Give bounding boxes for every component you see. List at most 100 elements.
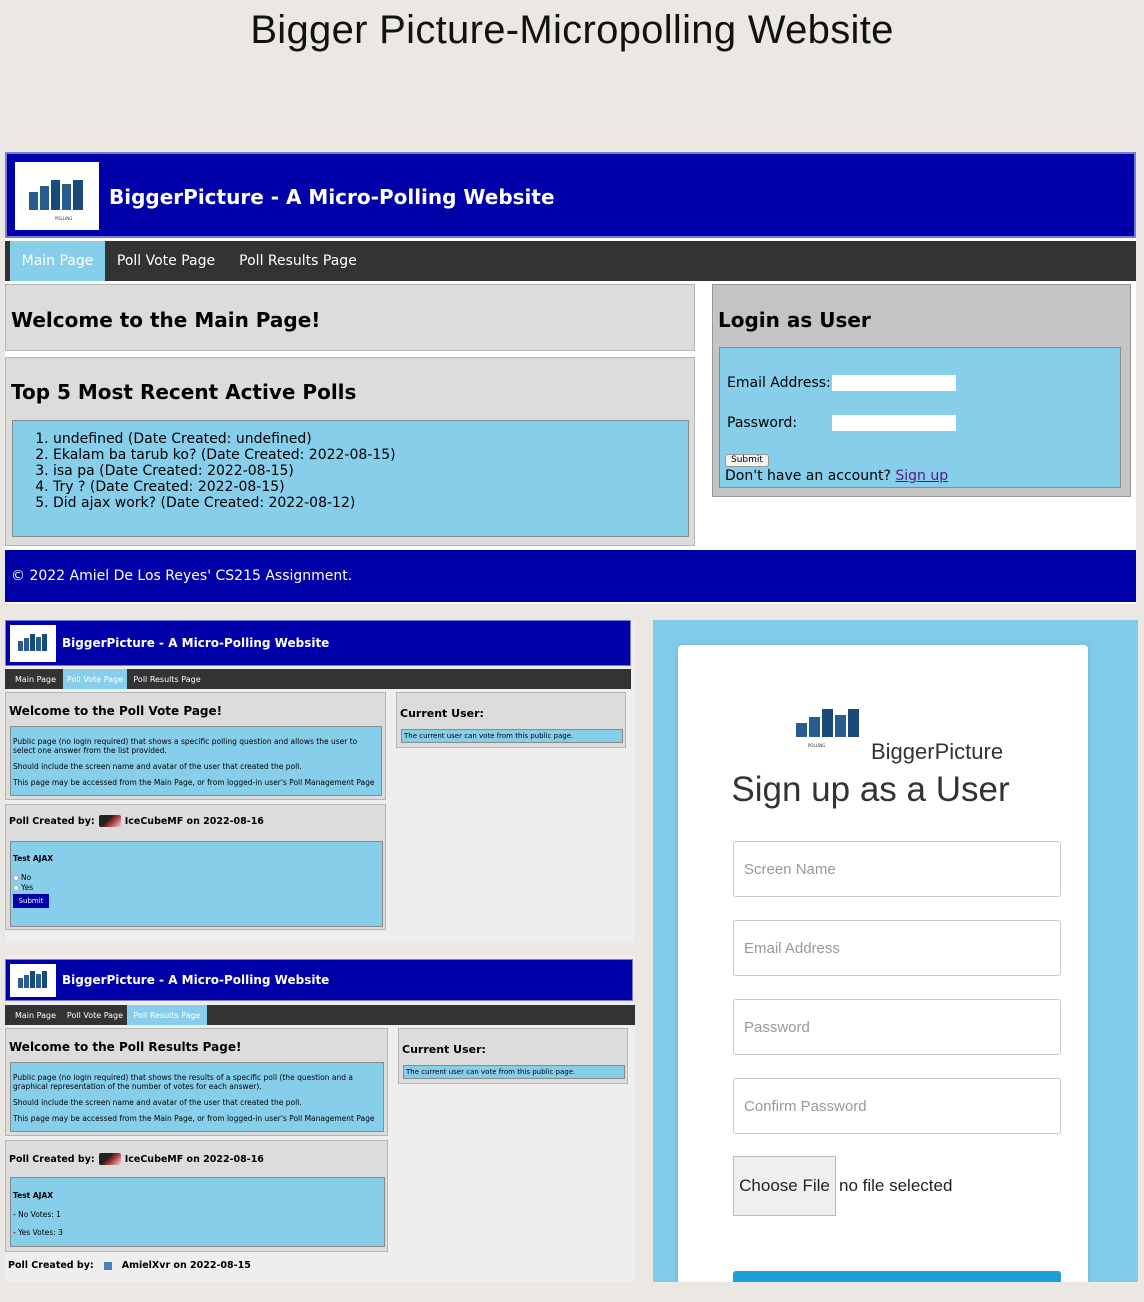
nav-main-page[interactable]: Main Page [8,669,63,689]
creator-name: IceCubeMF on 2022-08-16 [124,1153,264,1165]
top-polls-panel: Top 5 Most Recent Active Polls undefined… [5,357,695,546]
poll-link[interactable]: isa pa (Date Created: 2022-08-15) [53,463,396,479]
poll-creator: Poll Created by: IceCubeMF on 2022-08-16 [9,815,264,827]
site-logo: POLLING [15,162,99,230]
welcome-panel: Welcome to the Main Page! [5,284,695,351]
description-text: Should include the screen name and avata… [13,1098,302,1107]
polls-list: undefined (Date Created: undefined) Ekal… [31,431,396,511]
poll-link[interactable]: Did ajax work? (Date Created: 2022-08-12… [53,495,396,511]
welcome-heading: Welcome to the Poll Results Page! [9,1040,242,1054]
nav-poll-vote-page[interactable]: Poll Vote Page [105,241,227,281]
email-field[interactable] [832,375,956,391]
description-box: Public page (no login required) that sho… [10,726,382,796]
result-row: - Yes Votes: 3 [13,1228,63,1237]
created-by-label: Poll Created by: [9,1153,95,1165]
results-panel: Poll Created by: IceCubeMF on 2022-08-16… [5,1140,388,1252]
nav-poll-results-page[interactable]: Poll Results Page [127,1005,207,1025]
site-title: BiggerPicture - A Micro-Polling Website [62,973,330,987]
description-text: Should include the screen name and avata… [13,762,302,771]
result-row: - No Votes: 1 [13,1210,61,1219]
poll-option[interactable]: Yes [13,883,33,892]
site-header: BiggerPicture - A Micro-Polling Website [5,959,633,1001]
vote-submit-button[interactable]: Submit [13,894,49,908]
site-title: BiggerPicture - A Micro-Polling Website [109,185,555,209]
choose-file-button[interactable]: Choose File [733,1156,836,1216]
user-avatar [98,815,121,827]
nav-poll-results-page[interactable]: Poll Results Page [227,241,369,281]
signup-prompt: Don't have an account? Sign up [725,468,948,484]
page-title: Bigger Picture-Micropolling Website [250,8,894,52]
welcome-heading: Welcome to the Main Page! [11,308,321,332]
bar-chart-logo-icon: POLLING [29,180,83,221]
bar-chart-logo-icon [18,634,47,651]
created-by-label: Poll Created by: [9,815,95,827]
poll-option[interactable]: No [13,873,31,882]
nav-poll-vote-page[interactable]: Poll Vote Page [63,1005,127,1025]
no-file-text: no file selected [839,1176,953,1195]
polls-list-box: undefined (Date Created: undefined) Ekal… [12,420,689,537]
signup-link[interactable]: Sign up [895,468,948,484]
main-page-screenshot: POLLING BiggerPicture - A Micro-Polling … [5,152,1136,604]
welcome-panel: Welcome to the Poll Results Page! Public… [5,1028,388,1136]
site-title: BiggerPicture - A Micro-Polling Website [62,636,330,650]
current-user-panel: Current User: The current user can vote … [398,1028,628,1084]
poll-link[interactable]: Try ? (Date Created: 2022-08-15) [53,479,396,495]
nav-poll-vote-page[interactable]: Poll Vote Page [63,669,127,689]
current-user-text: The current user can vote from this publ… [404,732,574,740]
signup-heading: Sign up as a User [731,770,1010,809]
poll-question: Test AJAX [13,854,54,863]
creator-name: AmielXvr on 2022-08-15 [121,1260,251,1271]
description-text: This page may be accessed from the Main … [13,778,375,787]
brand-name: BiggerPicture [871,739,1004,764]
current-user-box: The current user can vote from this publ… [403,1065,625,1079]
description-text: This page may be accessed from the Main … [13,1114,375,1123]
signup-submit-button[interactable] [733,1271,1061,1282]
created-by-label: Poll Created by: [8,1260,94,1271]
site-logo [10,964,56,997]
login-heading: Login as User [718,308,871,332]
site-header: POLLING BiggerPicture - A Micro-Polling … [5,152,1136,238]
svg-text:POLLING: POLLING [55,216,72,221]
description-text: Public page (no login required) that sho… [13,737,358,755]
password-label: Password: [727,415,798,431]
creator-name: IceCubeMF on 2022-08-16 [124,815,264,827]
site-footer: © 2022 Amiel De Los Reyes' CS215 Assignm… [5,550,1136,602]
radio-button[interactable] [13,885,19,891]
poll-panel: Poll Created by: IceCubeMF on 2022-08-16… [5,804,386,930]
description-text: Public page (no login required) that sho… [13,1073,353,1091]
user-avatar [98,1153,121,1165]
signup-page-screenshot: POLLING BiggerPicture Sign up as a User … [653,620,1138,1282]
nav-bar: Main Page Poll Vote Page Poll Results Pa… [5,241,1136,281]
bar-chart-logo-icon [18,971,47,988]
login-submit-button[interactable]: Submit [725,454,769,467]
results-box: Test AJAX - No Votes: 1 - Yes Votes: 3 [10,1177,385,1247]
poll-creator: Poll Created by: IceCubeMF on 2022-08-16 [9,1153,264,1165]
email-field[interactable]: Email Address [733,920,1061,976]
password-field[interactable] [832,415,956,431]
screen-name-field[interactable]: Screen Name [733,841,1061,897]
user-avatar [103,1261,112,1270]
poll-results-page-screenshot: BiggerPicture - A Micro-Polling Website … [5,956,635,1282]
poll-link[interactable]: Ekalam ba tarub ko? (Date Created: 2022-… [53,447,396,463]
password-field[interactable]: Password [733,999,1061,1055]
welcome-panel: Welcome to the Poll Vote Page! Public pa… [5,692,386,800]
nav-main-page[interactable]: Main Page [10,241,105,281]
confirm-password-field[interactable]: Confirm Password [733,1078,1061,1134]
radio-button[interactable] [13,875,19,881]
site-logo [10,625,56,662]
option-label: Yes [21,883,34,892]
current-user-text: The current user can vote from this publ… [406,1068,576,1076]
nav-poll-results-page[interactable]: Poll Results Page [127,669,207,689]
current-user-heading: Current User: [400,707,484,720]
nav-bar: Main Page Poll Vote Page Poll Results Pa… [5,1005,635,1025]
current-user-heading: Current User: [402,1043,486,1056]
no-account-text: Don't have an account? [725,468,891,484]
nav-main-page[interactable]: Main Page [8,1005,63,1025]
poll-vote-page-screenshot: BiggerPicture - A Micro-Polling Website … [5,620,635,943]
site-header: BiggerPicture - A Micro-Polling Website [5,620,631,666]
current-user-box: The current user can vote from this publ… [401,729,623,743]
nav-bar: Main Page Poll Vote Page Poll Results Pa… [5,669,631,689]
description-box: Public page (no login required) that sho… [10,1062,384,1132]
poll-link[interactable]: undefined (Date Created: undefined) [53,431,396,447]
svg-text:POLLING: POLLING [808,743,825,748]
